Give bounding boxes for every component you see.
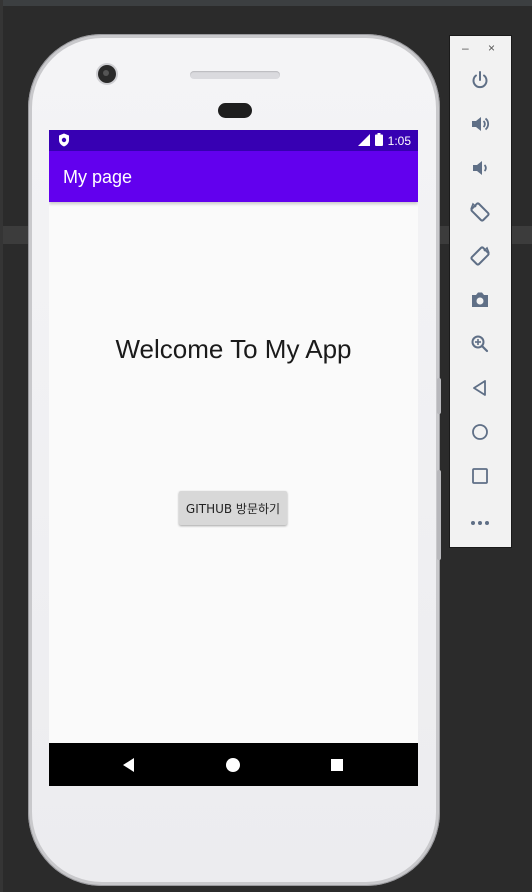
github-visit-button[interactable]: GITHUB 방문하기 (179, 491, 287, 525)
zoom-in-icon (470, 334, 490, 359)
more-button[interactable] (466, 508, 494, 536)
overview-button[interactable] (466, 464, 494, 492)
camera-icon (470, 291, 490, 314)
nav-home-icon[interactable] (225, 757, 241, 773)
home-button[interactable] (466, 420, 494, 448)
screenshot-button[interactable] (466, 288, 494, 316)
overview-icon (471, 467, 489, 490)
earpiece-speaker (190, 71, 280, 79)
back-icon (471, 379, 489, 402)
back-button[interactable] (466, 376, 494, 404)
status-time: 1:05 (387, 134, 411, 148)
ide-left-edge (0, 0, 3, 892)
toolbar-minimize-button[interactable]: – (462, 41, 469, 55)
device-screen: 1:05 My page Welcome To My App GITHUB 방문… (49, 130, 418, 786)
rotate-left-button[interactable] (466, 200, 494, 228)
phone-side-button (437, 378, 441, 414)
rotate-left-icon (469, 201, 491, 228)
status-indicators: 1:05 (357, 133, 411, 149)
main-content: Welcome To My App GITHUB 방문하기 (49, 202, 418, 743)
ide-top-bar (0, 0, 532, 6)
rotate-right-button[interactable] (466, 244, 494, 272)
navigation-bar (49, 743, 418, 786)
volume-down-icon (470, 158, 490, 183)
home-icon (471, 423, 489, 446)
nav-back-icon[interactable] (121, 757, 137, 773)
status-bar: 1:05 (49, 130, 418, 151)
rotate-right-icon (469, 245, 491, 272)
nav-overview-icon[interactable] (329, 757, 345, 773)
app-bar: My page (49, 151, 418, 202)
signal-icon (357, 133, 370, 149)
power-icon (470, 70, 490, 95)
phone-volume-button (437, 470, 441, 560)
emulator-toolbar: – × (449, 35, 512, 548)
zoom-button[interactable] (466, 332, 494, 360)
more-icon (470, 513, 490, 531)
volume-down-button[interactable] (466, 156, 494, 184)
front-camera (98, 65, 116, 83)
proximity-sensor (218, 103, 252, 118)
toolbar-close-button[interactable]: × (488, 41, 495, 55)
battery-icon (374, 133, 383, 149)
power-button[interactable] (466, 68, 494, 96)
welcome-text: Welcome To My App (115, 334, 352, 364)
shield-icon (58, 133, 70, 152)
volume-up-icon (470, 114, 490, 139)
volume-up-button[interactable] (466, 112, 494, 140)
app-title: My page (63, 167, 133, 187)
